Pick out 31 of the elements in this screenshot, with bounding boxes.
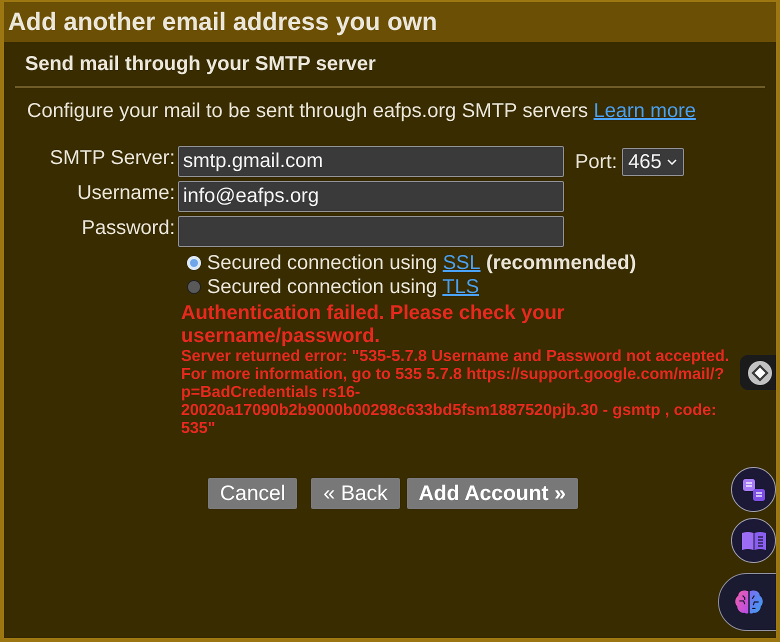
field-label: SMTP Server: (50, 146, 175, 171)
translate-button[interactable] (731, 467, 776, 512)
input-field[interactable]: info@eafps.org (178, 181, 564, 212)
window-title: Add another email address you own (8, 7, 438, 37)
radio-label: Secured connection using SSL (recommended) (207, 251, 636, 275)
radio-button[interactable] (187, 280, 201, 294)
protocol-link[interactable]: SSL (442, 252, 481, 274)
chevron-down-icon (666, 158, 677, 164)
translate-icon (742, 478, 766, 502)
port-select[interactable]: 465 (622, 148, 684, 176)
input-field[interactable]: smtp.gmail.com (178, 146, 564, 177)
input-field[interactable] (178, 216, 564, 247)
side-tab-button[interactable] (740, 355, 776, 390)
learn-more-link[interactable]: Learn more (594, 100, 696, 122)
field-label: Username: (77, 181, 175, 206)
radio-label: Secured connection using TLS (207, 275, 480, 299)
add-account-button[interactable]: Add Account » (406, 478, 578, 509)
back-button[interactable]: « Back (311, 478, 400, 509)
cancel-button[interactable]: Cancel (208, 478, 298, 509)
error-details: Server returned error: "535-5.7.8 Username and Password not accepted. For more information, go to 535 5.7.8 https://support.google.com/mail/?p=BadCredentials rs16-20020a17090b2b9000b00298c633bd5fsm1887520pjb.30 - gsmtp , code: 535" (181, 348, 730, 438)
protocol-link[interactable]: TLS (442, 276, 480, 298)
field-label: Password: (82, 216, 175, 241)
section-title: Send mail through your SMTP server (25, 52, 376, 76)
book-icon (742, 530, 766, 550)
brain-icon (734, 589, 764, 615)
brain-button[interactable] (718, 573, 776, 631)
book-button[interactable] (731, 518, 776, 563)
error-heading: Authentication failed. Please check your username/password. (181, 302, 566, 348)
diamond-icon (748, 360, 772, 384)
port-label: Port: (575, 150, 618, 174)
intro-text: Configure your mail to be sent through eafps.org SMTP servers Learn more (27, 99, 696, 123)
